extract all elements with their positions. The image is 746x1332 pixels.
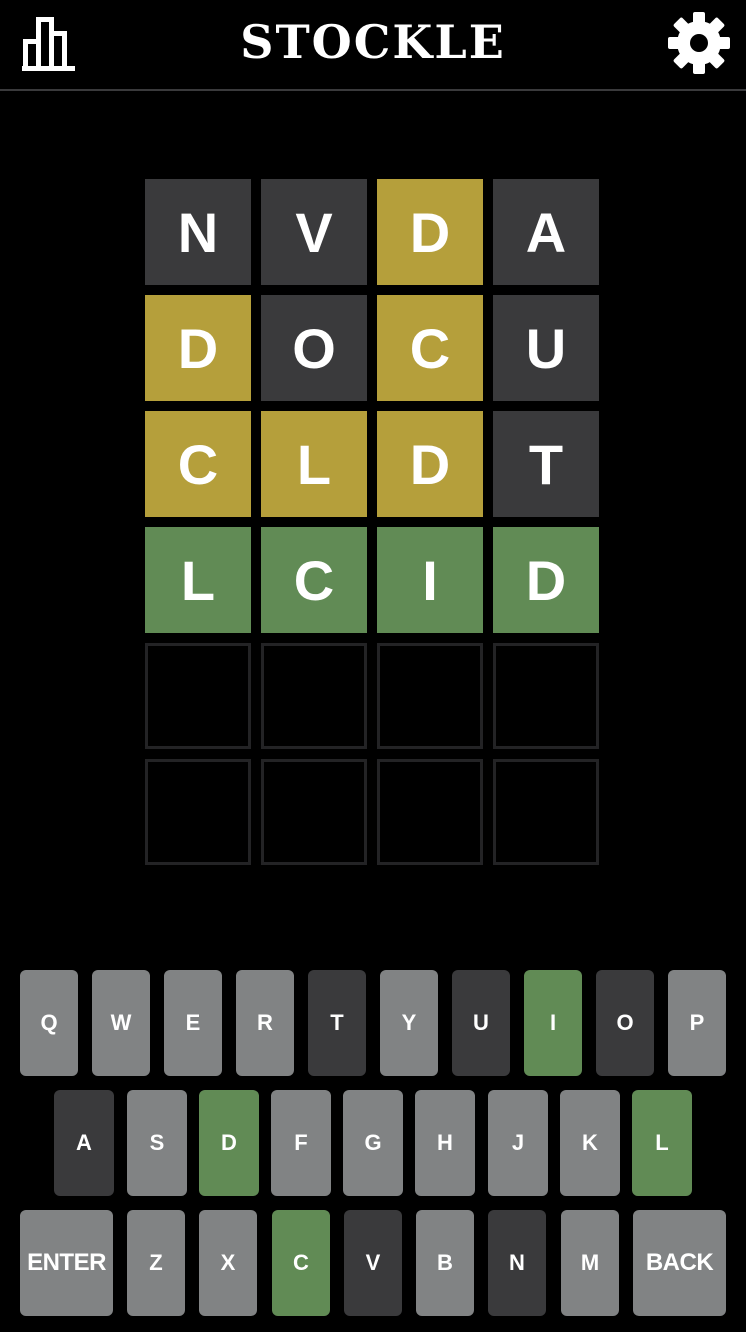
settings-button[interactable] (664, 8, 734, 78)
letter-tile: D (145, 295, 251, 401)
key-v[interactable]: V (344, 1210, 402, 1316)
keyboard-row: QWERTYUIOP (0, 970, 746, 1076)
key-k[interactable]: K (560, 1090, 620, 1196)
key-f[interactable]: F (271, 1090, 331, 1196)
key-m[interactable]: M (561, 1210, 619, 1316)
empty-tile (377, 759, 483, 865)
letter-tile: L (261, 411, 367, 517)
key-o[interactable]: O (596, 970, 654, 1076)
enter-key[interactable]: ENTER (20, 1210, 113, 1316)
key-d[interactable]: D (199, 1090, 259, 1196)
backspace-key[interactable]: BACK (633, 1210, 726, 1316)
header-bar: STOCKLE (0, 0, 746, 91)
key-e[interactable]: E (164, 970, 222, 1076)
letter-tile: O (261, 295, 367, 401)
letter-tile: N (145, 179, 251, 285)
key-p[interactable]: P (668, 970, 726, 1076)
key-t[interactable]: T (308, 970, 366, 1076)
letter-tile: C (145, 411, 251, 517)
letter-tile: D (377, 179, 483, 285)
key-i[interactable]: I (524, 970, 582, 1076)
key-h[interactable]: H (415, 1090, 475, 1196)
empty-tile (145, 759, 251, 865)
key-s[interactable]: S (127, 1090, 187, 1196)
key-q[interactable]: Q (20, 970, 78, 1076)
key-c[interactable]: C (272, 1210, 330, 1316)
key-j[interactable]: J (488, 1090, 548, 1196)
key-n[interactable]: N (488, 1210, 546, 1316)
empty-tile (261, 759, 367, 865)
letter-tile: V (261, 179, 367, 285)
empty-tile (377, 643, 483, 749)
letter-tile: L (145, 527, 251, 633)
letter-tile: C (261, 527, 367, 633)
key-w[interactable]: W (92, 970, 150, 1076)
key-y[interactable]: Y (380, 970, 438, 1076)
empty-tile (261, 643, 367, 749)
letter-tile: I (377, 527, 483, 633)
letter-tile: D (377, 411, 483, 517)
game-board: NVDADOCUCLDTLCID (145, 179, 601, 865)
keyboard-row: ENTER Z X C V B N M BACK (0, 1210, 746, 1316)
key-x[interactable]: X (199, 1210, 257, 1316)
game-title: STOCKLE (240, 15, 506, 69)
key-b[interactable]: B (416, 1210, 474, 1316)
letter-tile: C (377, 295, 483, 401)
key-g[interactable]: G (343, 1090, 403, 1196)
letter-tile: U (493, 295, 599, 401)
key-z[interactable]: Z (127, 1210, 185, 1316)
empty-tile (145, 643, 251, 749)
gear-icon (668, 12, 730, 74)
keyboard-row: ASDFGHJKL (0, 1090, 746, 1196)
letter-tile: D (493, 527, 599, 633)
key-r[interactable]: R (236, 970, 294, 1076)
letter-tile: T (493, 411, 599, 517)
key-a[interactable]: A (54, 1090, 114, 1196)
empty-tile (493, 643, 599, 749)
empty-tile (493, 759, 599, 865)
letter-tile: A (493, 179, 599, 285)
key-u[interactable]: U (452, 970, 510, 1076)
key-l[interactable]: L (632, 1090, 692, 1196)
